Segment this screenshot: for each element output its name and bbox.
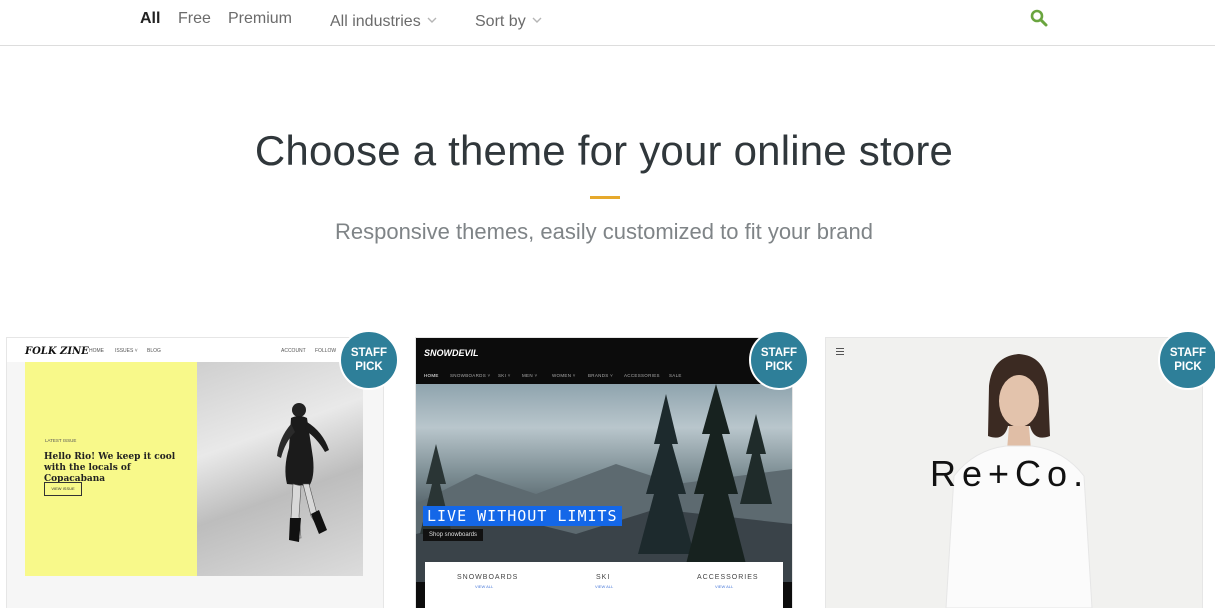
preview-category-link: VIEW ALL (595, 584, 614, 589)
theme-card-re-co[interactable]: Re+Co. (826, 338, 1202, 608)
sort-dropdown[interactable]: Sort by (475, 10, 542, 31)
preview-nav-link: ISSUES ˅ (115, 348, 138, 354)
preview-nav-link: SNOWBOARDS ˅ (450, 373, 491, 378)
preview-category-link: VIEW ALL (475, 584, 494, 589)
chevron-down-icon (532, 10, 542, 28)
page-title: Choose a theme for your online store (254, 127, 954, 174)
preview-category-link: VIEW ALL (715, 584, 734, 589)
mountain-trees-image (416, 384, 792, 582)
preview-category-label: ACCESSORIES (697, 574, 759, 581)
tab-free[interactable]: Free (178, 10, 211, 28)
staff-pick-badge: STAFF PICK (749, 330, 809, 390)
chevron-down-icon (427, 10, 437, 28)
preview-nav-link: MEN ˅ (522, 373, 538, 378)
theme-logo: SNOWDEVIL (424, 348, 479, 358)
staff-pick-badge-line: STAFF (1169, 347, 1207, 359)
filter-bar: All Free Premium All industries Sort by (0, 0, 1215, 46)
preview-category-label: SKI (596, 574, 611, 581)
preview-nav-link: FOLLOW (315, 348, 337, 354)
staff-pick-badge-line: PICK (355, 361, 383, 373)
sort-dropdown-label: Sort by (475, 13, 526, 30)
preview-nav-link: SALE (669, 373, 682, 378)
staff-pick-badge-line: STAFF (350, 347, 388, 359)
theme-logo: Re+Co. (930, 453, 1090, 494)
preview-headline: LIVE WITHOUT LIMITS (423, 506, 622, 526)
preview-nav-link: HOME (89, 348, 104, 354)
staff-pick-badge-line: PICK (1174, 361, 1202, 373)
staff-pick-badge: STAFF PICK (1158, 330, 1215, 390)
theme-preview-nav: FOLK ZINE HOME ISSUES ˅ BLOG ACCOUNT FOL… (7, 338, 383, 362)
preview-nav-link: SKI ˅ (498, 373, 511, 378)
tab-all[interactable]: All (140, 10, 160, 28)
preview-nav-link: HOME (424, 373, 439, 378)
preview-nav-link: ACCESSORIES (624, 373, 660, 378)
page-subtitle: Responsive themes, easily customized to … (334, 219, 874, 244)
hamburger-menu-icon (836, 348, 844, 357)
title-accent-divider (590, 196, 620, 199)
preview-category-panel: SNOWBOARDS VIEW ALL SKI VIEW ALL ACCESSO… (425, 562, 783, 608)
preview-nav-link: BLOG (147, 348, 161, 354)
industries-dropdown[interactable]: All industries (330, 10, 437, 31)
staff-pick-badge: STAFF PICK (339, 330, 399, 390)
preview-shop-button: Shop snowboards (423, 529, 484, 541)
preview-nav-link: BRANDS ˅ (588, 373, 614, 378)
staff-pick-badge-line: STAFF (760, 347, 798, 359)
preview-nav-link: WOMEN ˅ (552, 373, 576, 378)
preview-hero-photo (416, 384, 792, 582)
model-figure-image (277, 403, 329, 542)
tab-premium[interactable]: Premium (228, 10, 292, 28)
preview-view-button: VIEW ISSUE (44, 482, 82, 496)
preview-category-label: SNOWBOARDS (457, 574, 519, 581)
staff-pick-badge-line: PICK (765, 361, 793, 373)
industries-dropdown-label: All industries (330, 13, 421, 30)
theme-logo: FOLK ZINE (25, 346, 89, 357)
search-icon[interactable] (1030, 9, 1050, 29)
preview-headline: Hello Rio! We keep it cool with the loca… (44, 452, 176, 484)
preview-nav-link: ACCOUNT (281, 348, 306, 354)
theme-card-snowdevil[interactable]: SNOWDEVIL HOME SNOWBOARDS ˅ SKI ˅ MEN ˅ … (416, 338, 792, 608)
theme-card-folk-zine[interactable]: FOLK ZINE HOME ISSUES ˅ BLOG ACCOUNT FOL… (7, 338, 383, 608)
preview-latest-label: LATEST ISSUE (45, 438, 77, 443)
